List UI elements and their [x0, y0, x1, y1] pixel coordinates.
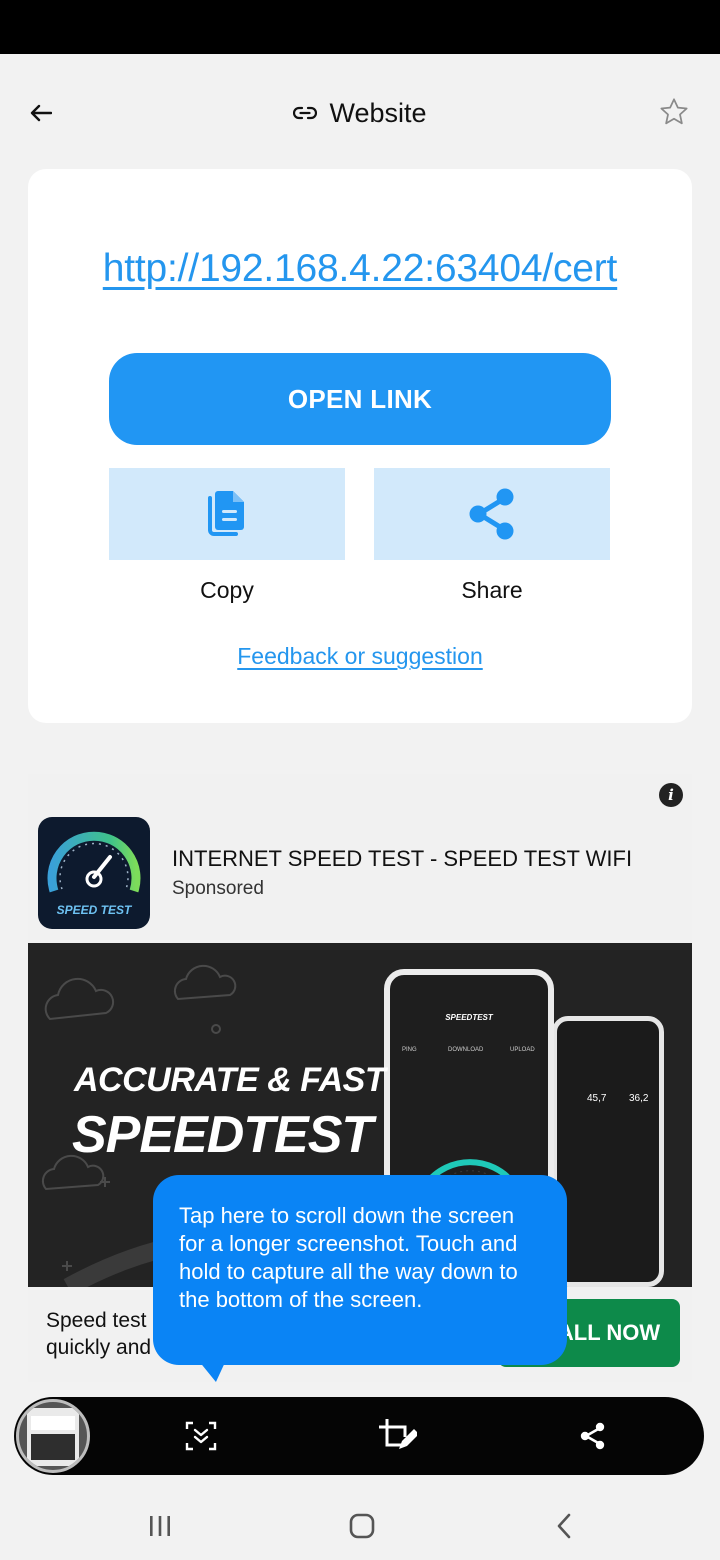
home-icon [349, 1513, 375, 1539]
back-icon [557, 1513, 571, 1539]
link-icon [293, 106, 318, 120]
phone-upload-label: UPLOAD [510, 1047, 535, 1053]
feedback-link[interactable]: Feedback or suggestion [28, 643, 692, 670]
system-nav-bar [0, 1492, 720, 1560]
tooltip-pointer [198, 1360, 230, 1382]
url-link[interactable]: http://192.168.4.22:63404/cert [28, 247, 692, 291]
phone-back: 45,7 36,2 [552, 1016, 664, 1287]
ad-app-icon-label: SPEED TEST [56, 903, 132, 917]
copy-button[interactable] [109, 468, 345, 560]
share-button[interactable] [374, 468, 610, 560]
share-icon [580, 1422, 605, 1450]
scroll-capture-button[interactable] [180, 1415, 222, 1457]
phone-back-upload-value: 36,2 [629, 1093, 649, 1104]
result-card: http://192.168.4.22:63404/cert OPEN LINK… [28, 169, 692, 723]
screenshot-toolbar [14, 1397, 704, 1475]
recent-apps-icon [150, 1516, 170, 1536]
open-link-button[interactable]: OPEN LINK [109, 353, 611, 445]
banner-headline-large: SPEEDTEST [72, 1106, 373, 1164]
copy-label: Copy [200, 577, 254, 603]
page-title-text: Website [329, 97, 427, 128]
ad-title[interactable]: INTERNET SPEED TEST - SPEED TEST WIFI [172, 846, 632, 872]
ad-info-icon[interactable]: i [659, 783, 683, 807]
scroll-capture-tooltip[interactable]: Tap here to scroll down the screen for a… [153, 1175, 567, 1365]
status-bar [0, 0, 720, 54]
scroll-capture-icon [185, 1421, 217, 1451]
page-title: Website [0, 94, 720, 132]
ad-app-icon[interactable]: SPEED TEST [38, 817, 150, 929]
phone-download-label: DOWNLOAD [448, 1047, 484, 1053]
home-button[interactable] [340, 1506, 384, 1546]
phone-app-title: SPEEDTEST [445, 1013, 493, 1022]
toolbar-share-button[interactable] [572, 1415, 614, 1457]
nav-back-button[interactable] [542, 1506, 586, 1546]
phone-ping-label: PING [402, 1047, 417, 1053]
share-label: Share [461, 577, 523, 603]
star-outline-icon [660, 98, 688, 125]
phone-back-download-value: 45,7 [587, 1093, 607, 1104]
screenshot-thumbnail-preview [27, 1408, 79, 1466]
ad-sponsored-label: Sponsored [172, 878, 264, 899]
crop-edit-icon [379, 1419, 417, 1449]
copy-icon [208, 491, 244, 536]
app-header: Website [0, 54, 720, 170]
share-icon [469, 488, 514, 540]
banner-headline: ACCURATE & FAST [74, 1061, 386, 1099]
recent-apps-button[interactable] [138, 1506, 182, 1546]
screenshot-thumbnail[interactable] [16, 1399, 90, 1473]
crop-edit-button[interactable] [377, 1415, 419, 1457]
favorite-button[interactable] [656, 94, 692, 130]
ad-install-label: ALL NOW [557, 1320, 661, 1345]
